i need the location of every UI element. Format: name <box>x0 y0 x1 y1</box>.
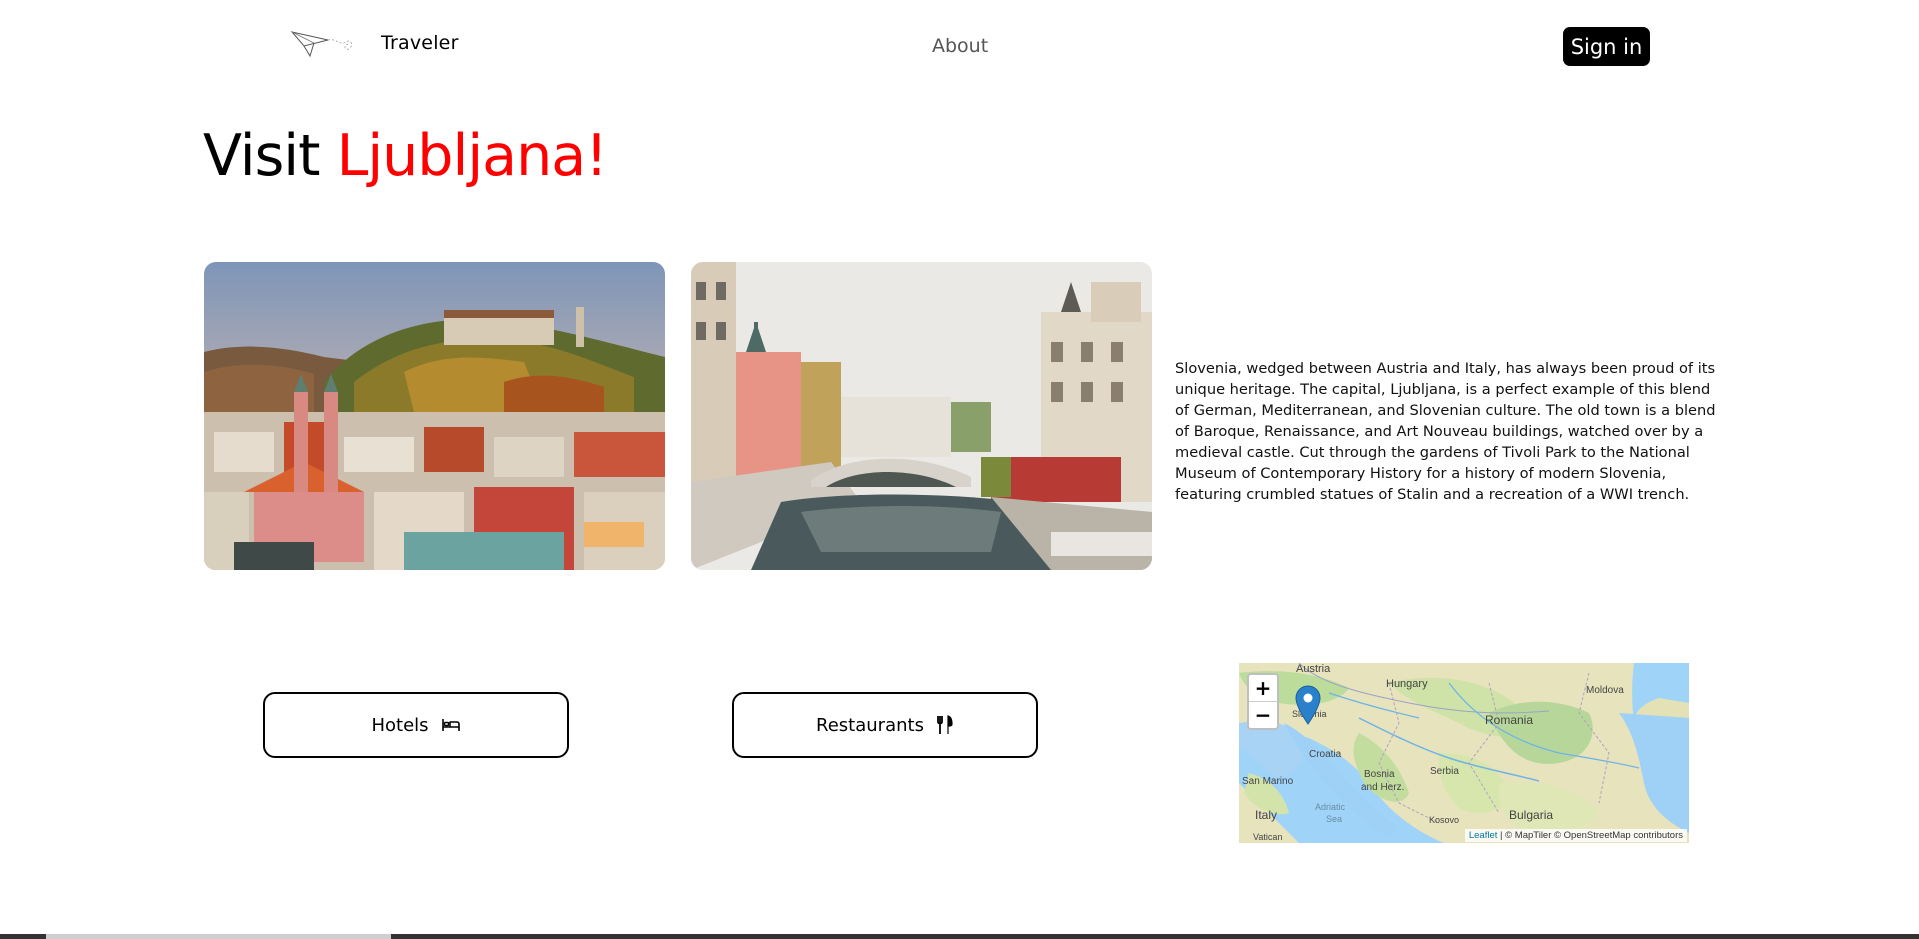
map-pin-icon[interactable] <box>1295 685 1321 725</box>
map-label-romania: Romania <box>1485 713 1534 727</box>
bottom-scrollbar[interactable] <box>0 934 1919 939</box>
city-description: Slovenia, wedged between Austria and Ita… <box>1175 359 1716 503</box>
map-label-moldova: Moldova <box>1586 685 1624 696</box>
map-attribution-text: | © MapTiler © OpenStreetMap contributor… <box>1497 830 1683 841</box>
map-label-bulgaria: Bulgaria <box>1509 808 1554 822</box>
city-photo-river <box>691 262 1152 570</box>
bed-icon <box>441 717 461 733</box>
scrollbar-thumb[interactable] <box>46 934 391 939</box>
fork-knife-icon <box>936 715 954 735</box>
sign-in-button[interactable]: Sign in <box>1563 27 1650 66</box>
map-label-kosovo: Kosovo <box>1429 815 1460 825</box>
city-photo-castle <box>204 262 665 570</box>
title-prefix: Visit <box>203 123 337 189</box>
location-map[interactable]: Austria Hungary Moldova Slovenia Romania… <box>1239 663 1689 843</box>
zoom-out-button[interactable]: − <box>1249 701 1277 728</box>
paper-plane-icon[interactable] <box>290 28 358 62</box>
map-label-serbia: Serbia <box>1430 766 1459 777</box>
map-label-san-marino: San Marino <box>1242 776 1294 787</box>
restaurants-label: Restaurants <box>816 714 924 736</box>
map-label-vatican: Vatican <box>1253 832 1283 842</box>
map-label-croatia: Croatia <box>1309 749 1342 760</box>
map-label-hungary: Hungary <box>1386 678 1428 690</box>
hotels-label: Hotels <box>371 714 429 736</box>
restaurants-button[interactable]: Restaurants <box>732 692 1038 758</box>
map-label-adriatic-2: Sea <box>1326 814 1343 824</box>
brand-name[interactable]: Traveler <box>381 32 459 54</box>
map-label-italy: Italy <box>1255 808 1278 822</box>
zoom-in-button[interactable]: + <box>1249 675 1277 701</box>
page-title: Visit Ljubljana! <box>203 120 608 192</box>
map-label-bosnia-2: and Herz. <box>1361 782 1405 793</box>
map-label-austria: Austria <box>1296 663 1331 675</box>
leaflet-link[interactable]: Leaflet <box>1469 830 1498 841</box>
nav-about-link[interactable]: About <box>932 35 988 57</box>
map-label-bosnia-1: Bosnia <box>1364 769 1395 780</box>
title-city: Ljubljana! <box>336 123 608 189</box>
hotels-button[interactable]: Hotels <box>263 692 569 758</box>
map-label-adriatic-1: Adriatic <box>1315 802 1346 812</box>
map-attribution: Leaflet | © MapTiler © OpenStreetMap con… <box>1464 829 1687 842</box>
map-zoom-control: + − <box>1247 673 1279 730</box>
